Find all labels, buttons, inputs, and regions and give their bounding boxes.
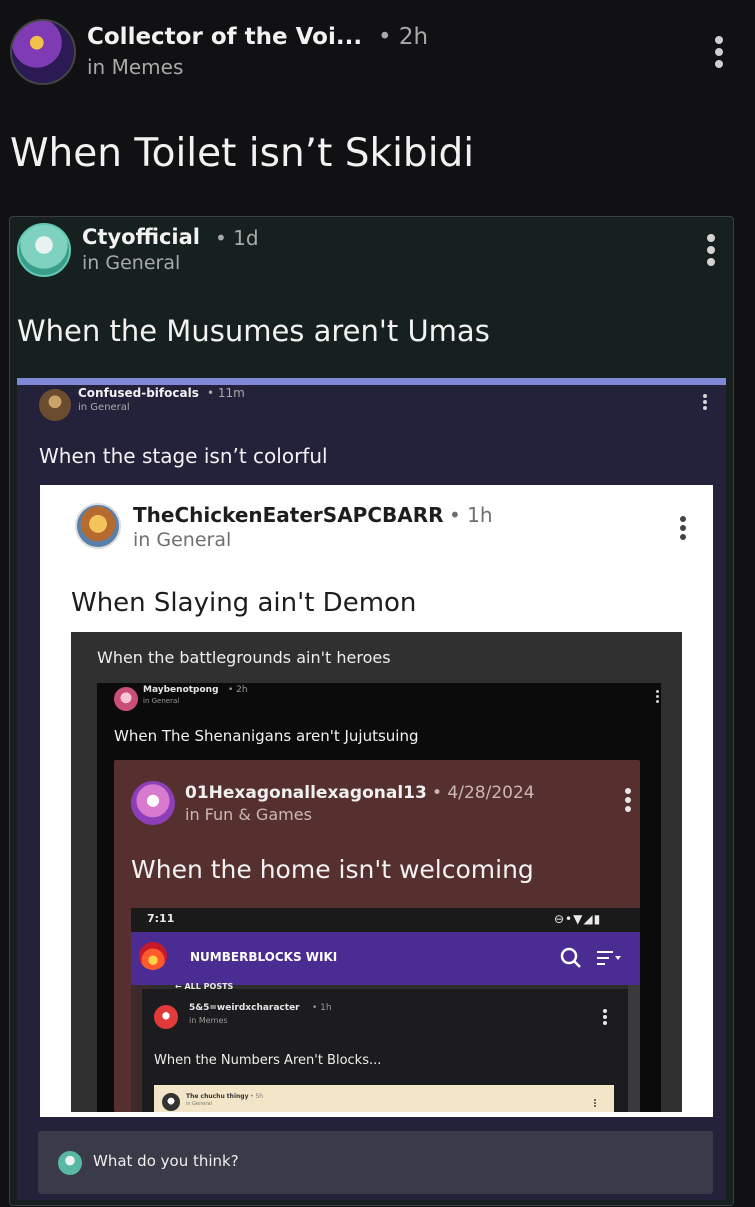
embedded-image-battlegrounds[interactable]: When the battlegrounds ain't heroes Mayb… xyxy=(71,632,682,1112)
post-title: When the Numbers Aren't Blocks... xyxy=(154,1053,382,1068)
community-link[interactable]: in General xyxy=(143,697,179,705)
phone-clock: 7:11 xyxy=(147,912,175,925)
author-name[interactable]: The chuchu thingy xyxy=(186,1093,248,1100)
wiki-header: NUMBERBLOCKS WIKI xyxy=(131,932,640,985)
more-options-icon[interactable] xyxy=(653,688,661,704)
community-link[interactable]: in Memes xyxy=(189,1016,228,1025)
comment-bar[interactable]: What do you think? xyxy=(38,1131,713,1194)
author-name[interactable]: TheChickenEaterSAPCBARR xyxy=(133,503,444,527)
more-options-icon[interactable] xyxy=(701,233,721,267)
image-caption: When the battlegrounds ain't heroes xyxy=(97,648,391,667)
post-time: • 11m xyxy=(207,386,245,400)
commenter-avatar xyxy=(58,1151,82,1175)
author-avatar[interactable] xyxy=(131,781,175,825)
author-avatar[interactable] xyxy=(10,19,76,85)
community-link[interactable]: in Fun & Games xyxy=(185,805,312,824)
embedded-post-weirdxcharacter[interactable]: 5&5=weirdxcharacter • 1h in Memes When t… xyxy=(142,989,628,1112)
community-link[interactable]: in General xyxy=(78,402,130,413)
more-options-icon[interactable] xyxy=(699,392,711,412)
author-avatar[interactable] xyxy=(17,223,71,277)
phone-status-icons: ⊖•▼◢▮ xyxy=(554,912,602,926)
search-icon[interactable] xyxy=(559,946,583,970)
phone-status-bar: 7:11 ⊖•▼◢▮ xyxy=(131,908,640,932)
author-name[interactable]: Ctyofficial xyxy=(82,225,200,249)
community-link[interactable]: in General xyxy=(82,252,180,274)
wiki-body: ← ALL POSTS 5&5=weirdxcharacter • 1h in … xyxy=(131,982,640,1112)
author-avatar[interactable] xyxy=(39,389,71,421)
community-link[interactable]: in General xyxy=(186,1101,212,1107)
author-avatar[interactable] xyxy=(75,503,121,549)
post-time: • 4/28/2024 xyxy=(432,783,535,803)
author-avatar[interactable] xyxy=(162,1093,180,1111)
phone-screenshot[interactable]: 7:11 ⊖•▼◢▮ NUMBERBLOCKS WIKI ← ALL POSTS… xyxy=(131,908,640,1112)
post-title: When the home isn't welcoming xyxy=(131,855,534,884)
post-title: When the Musumes aren't Umas xyxy=(17,314,490,348)
author-name[interactable]: Collector of the Voi... xyxy=(87,24,362,50)
author-name[interactable]: Confused-bifocals xyxy=(78,386,199,400)
wiki-logo-icon[interactable] xyxy=(139,942,167,970)
post-time: • 1h xyxy=(449,503,493,527)
wiki-title[interactable]: NUMBERBLOCKS WIKI xyxy=(190,950,337,964)
embedded-post-maybenotpong[interactable]: Maybenotpong • 2h in General When The Sh… xyxy=(97,683,661,1112)
community-link[interactable]: in Memes xyxy=(87,55,183,79)
author-name[interactable]: Maybenotpong xyxy=(143,685,219,695)
more-options-icon[interactable] xyxy=(708,34,730,70)
embedded-post-ctyofficial[interactable]: Ctyofficial • 1d in General When the Mus… xyxy=(9,216,734,1206)
author-name[interactable]: 01Hexagonallexagonal13 xyxy=(185,783,427,803)
post-title: When Slaying ain't Demon xyxy=(71,588,417,618)
embedded-post-confused-bifocals[interactable]: Confused-bifocals • 11m in General When … xyxy=(17,378,726,1200)
post-title: When Toilet isn’t Skibidi xyxy=(10,131,475,176)
more-options-icon[interactable] xyxy=(677,513,689,543)
author-avatar[interactable] xyxy=(114,687,138,711)
embedded-post-01hexagonal[interactable]: 01Hexagonallexagonal13 • 4/28/2024 in Fu… xyxy=(114,760,640,1112)
embedded-post-chuchu[interactable]: The chuchu thingy • 5h in General xyxy=(154,1085,614,1112)
author-avatar[interactable] xyxy=(154,1005,178,1029)
more-options-icon[interactable] xyxy=(623,786,633,814)
post-title: When the stage isn’t colorful xyxy=(39,444,328,468)
post-time: • 1h xyxy=(312,1003,332,1013)
comment-input[interactable]: What do you think? xyxy=(93,1152,239,1170)
community-link[interactable]: in General xyxy=(133,529,231,551)
post-time: • 2h xyxy=(378,24,429,50)
post-time: • 5h xyxy=(250,1093,264,1100)
embedded-post-thechickeneater[interactable]: TheChickenEaterSAPCBARR • 1h in General … xyxy=(40,485,713,1117)
more-options-icon[interactable] xyxy=(592,1097,598,1109)
post-time: • 1d xyxy=(215,226,259,250)
sort-menu-icon[interactable] xyxy=(595,949,623,967)
more-options-icon[interactable] xyxy=(601,1007,609,1027)
post-title: When The Shenanigans aren't Jujutsuing xyxy=(114,727,419,745)
post-time: • 2h xyxy=(228,685,248,695)
author-name[interactable]: 5&5=weirdxcharacter xyxy=(189,1003,300,1013)
